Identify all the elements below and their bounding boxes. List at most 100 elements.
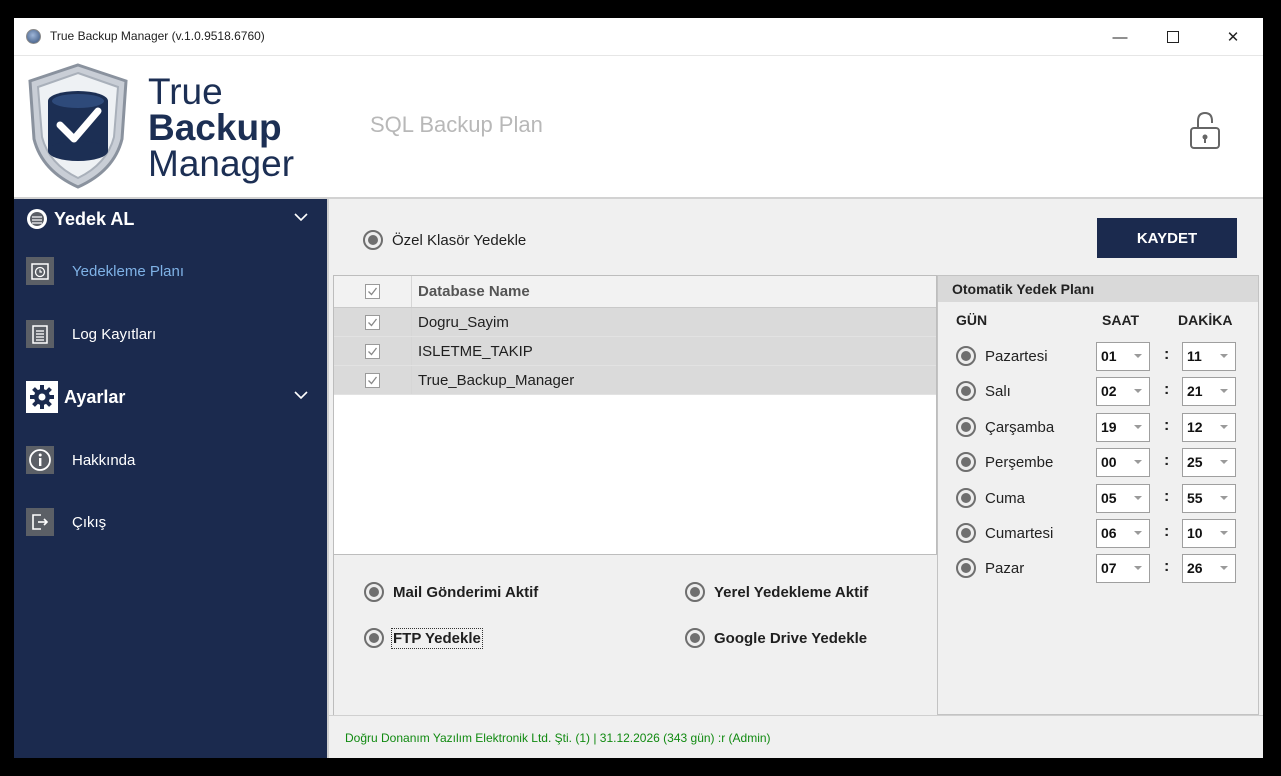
day-label: Pazar [985, 559, 1025, 577]
sidebar-section-backup[interactable]: Yedek AL [14, 201, 327, 237]
hour-select[interactable]: 07 [1096, 554, 1150, 583]
shield-logo-icon [28, 63, 128, 189]
chevron-down-icon [1220, 460, 1228, 464]
day-option[interactable]: Perşembe [956, 452, 1053, 472]
day-option[interactable]: Pazar [956, 558, 1024, 578]
sidebar-section-settings-label: Ayarlar [64, 386, 126, 407]
column-header-minute: DAKİKA [1178, 312, 1233, 328]
database-grid: Database Name Dogru_Sayim ISLETME_TAKIP … [333, 275, 937, 555]
table-row[interactable]: Dogru_Sayim [334, 308, 936, 337]
minute-value: 21 [1187, 383, 1203, 399]
hour-value: 00 [1101, 454, 1117, 470]
sidebar-item-about[interactable]: Hakkında [26, 440, 316, 480]
chevron-down-icon [1134, 566, 1142, 570]
schedule-row: Pazartesi 01 : 11 [956, 342, 1256, 372]
day-label: Pazartesi [985, 347, 1048, 365]
mail-option-label: Mail Gönderimi Aktif [393, 583, 539, 601]
row-checkbox[interactable] [365, 372, 380, 388]
chevron-down-icon [1220, 531, 1228, 535]
select-all-checkbox[interactable] [365, 284, 380, 299]
hour-select[interactable]: 06 [1096, 519, 1150, 548]
sidebar-section-settings[interactable]: Ayarlar [14, 379, 327, 415]
minute-select[interactable]: 10 [1182, 519, 1236, 548]
mail-option[interactable]: Mail Gönderimi Aktif [364, 582, 538, 602]
chevron-down-icon [1220, 496, 1228, 500]
custom-folder-backup-option[interactable]: Özel Klasör Yedekle [363, 230, 526, 250]
time-separator: : [1164, 452, 1170, 469]
hour-select[interactable]: 05 [1096, 484, 1150, 513]
hour-select[interactable]: 00 [1096, 448, 1150, 477]
minute-select[interactable]: 21 [1182, 377, 1236, 406]
title-bar: True Backup Manager (v.1.0.9518.6760) — … [14, 18, 1263, 56]
backup-options-panel: Mail Gönderimi Aktif Yerel Yedekleme Akt… [333, 555, 937, 715]
chevron-down-icon [1134, 460, 1142, 464]
chevron-down-icon [1220, 354, 1228, 358]
sidebar-item-backup-plan[interactable]: Yedekleme Planı [26, 251, 316, 291]
google-drive-option[interactable]: Google Drive Yedekle [685, 628, 867, 648]
minute-value: 12 [1187, 419, 1203, 435]
google-drive-option-label: Google Drive Yedekle [714, 629, 868, 647]
day-option[interactable]: Salı [956, 381, 1011, 401]
sidebar-item-logs[interactable]: Log Kayıtları [26, 314, 316, 354]
minute-select[interactable]: 55 [1182, 484, 1236, 513]
plan-title: Otomatik Yedek Planı [938, 276, 1258, 302]
hour-select[interactable]: 02 [1096, 377, 1150, 406]
row-checkbox[interactable] [365, 314, 380, 330]
minute-select[interactable]: 12 [1182, 413, 1236, 442]
chevron-down-icon [1220, 425, 1228, 429]
main-content: Özel Klasör Yedekle KAYDET Database Name… [327, 199, 1263, 715]
column-header-database-name[interactable]: Database Name [412, 283, 530, 300]
hour-select[interactable]: 19 [1096, 413, 1150, 442]
schedule-row: Perşembe 00 : 25 [956, 448, 1256, 478]
app-icon [26, 29, 41, 44]
day-option[interactable]: Cuma [956, 488, 1025, 508]
ftp-option[interactable]: FTP Yedekle [364, 627, 483, 649]
table-row[interactable]: ISLETME_TAKIP [334, 337, 936, 366]
gear-icon [26, 381, 58, 413]
chevron-down-icon [1134, 354, 1142, 358]
day-option[interactable]: Çarşamba [956, 417, 1054, 437]
save-button[interactable]: KAYDET [1097, 218, 1237, 258]
table-row[interactable]: True_Backup_Manager [334, 366, 936, 395]
database-name-cell: ISLETME_TAKIP [418, 342, 533, 360]
local-backup-option-label: Yerel Yedekleme Aktif [714, 583, 869, 601]
database-name-cell: Dogru_Sayim [418, 313, 509, 331]
time-separator: : [1164, 346, 1170, 363]
database-disc-icon [27, 209, 47, 229]
minute-select[interactable]: 25 [1182, 448, 1236, 477]
sidebar-item-label: Çıkış [72, 513, 107, 531]
schedule-row: Çarşamba 19 : 12 [956, 413, 1256, 443]
radio-icon [363, 230, 383, 250]
local-backup-option[interactable]: Yerel Yedekleme Aktif [685, 582, 868, 602]
logo-line-backup: Backup [148, 107, 282, 148]
radio-icon [956, 452, 976, 472]
sidebar-item-label: Yedekleme Planı [72, 262, 185, 280]
maximize-button[interactable] [1150, 24, 1196, 50]
window-title: True Backup Manager (v.1.0.9518.6760) [50, 29, 265, 43]
chevron-down-icon[interactable] [293, 209, 309, 225]
sidebar-item-exit[interactable]: Çıkış [26, 502, 316, 542]
minute-value: 25 [1187, 454, 1203, 470]
clipboard-icon [26, 320, 54, 348]
chevron-down-icon[interactable] [293, 387, 309, 403]
hour-value: 05 [1101, 490, 1117, 506]
hour-select[interactable]: 01 [1096, 342, 1150, 371]
minimize-button[interactable]: — [1097, 24, 1143, 50]
row-checkbox[interactable] [365, 343, 380, 359]
minute-select[interactable]: 26 [1182, 554, 1236, 583]
time-separator: : [1164, 417, 1170, 434]
radio-icon [364, 628, 384, 648]
day-option[interactable]: Cumartesi [956, 523, 1053, 543]
unlock-icon[interactable] [1188, 110, 1222, 150]
radio-icon [685, 582, 705, 602]
close-button[interactable]: ✕ [1210, 24, 1256, 50]
day-option[interactable]: Pazartesi [956, 346, 1048, 366]
chevron-down-icon [1220, 389, 1228, 393]
app-window: True Backup Manager (v.1.0.9518.6760) — … [14, 18, 1263, 758]
day-label: Çarşamba [985, 418, 1055, 436]
chevron-down-icon [1220, 566, 1228, 570]
minute-select[interactable]: 11 [1182, 342, 1236, 371]
day-label: Cuma [985, 489, 1026, 507]
schedule-row: Cuma 05 : 55 [956, 484, 1256, 514]
app-header: True Backup Manager SQL Backup Plan [14, 56, 1263, 199]
